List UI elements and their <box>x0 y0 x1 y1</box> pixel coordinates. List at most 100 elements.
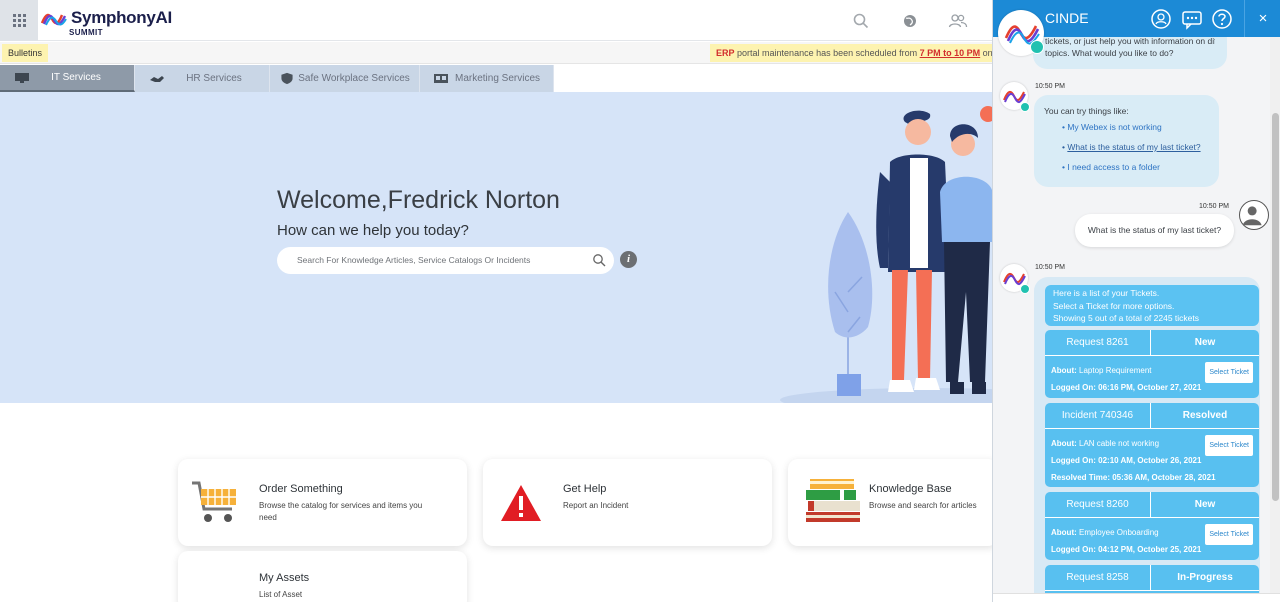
brand-name: SymphonyAI <box>71 8 172 27</box>
transcript-icon[interactable] <box>1181 8 1203 30</box>
card-title: Order Something <box>259 483 343 495</box>
chat-title: CINDE <box>1045 10 1089 26</box>
cart-icon <box>192 481 236 522</box>
bulletin-text: portal maintenance has been scheduled fr… <box>737 48 920 58</box>
logged-on-label: Logged On: <box>1051 545 1096 554</box>
info-icon[interactable]: i <box>620 251 637 268</box>
apps-grid-button[interactable] <box>0 0 38 41</box>
globe-icon[interactable] <box>901 12 919 30</box>
ticket-header: Request 8260 New <box>1045 492 1259 518</box>
ticket-card[interactable]: Request 8261 New About: Laptop Requireme… <box>1045 330 1259 398</box>
ticket-about: Employee Onboarding <box>1079 528 1159 537</box>
bulletin-erp: ERP <box>716 48 735 58</box>
service-tabs: IT Services HR Services Safe Workplace S… <box>0 65 554 92</box>
tab-it-services[interactable]: IT Services <box>0 65 135 92</box>
help-subtitle: How can we help you today? <box>277 222 469 239</box>
users-icon[interactable] <box>948 12 968 30</box>
tab-hr-services[interactable]: HR Services <box>135 65 270 92</box>
card-title: Knowledge Base <box>869 483 952 495</box>
suggestion-item[interactable]: • What is the status of my last ticket? <box>1062 137 1209 157</box>
resolved-time-label: Resolved Time: <box>1051 473 1110 482</box>
top-header: SymphonyAI SUMMIT <box>0 0 992 41</box>
shield-icon <box>281 72 293 85</box>
ticket-resolved-time: 05:36 AM, October 28, 2021 <box>1112 473 1216 482</box>
verified-icon <box>1020 102 1030 112</box>
card-description: Browse the catalog for services and item… <box>259 501 423 522</box>
select-ticket-button[interactable]: Select Ticket <box>1205 524 1253 545</box>
suggestion-list: • My Webex is not working • What is the … <box>1044 117 1209 177</box>
bulletin-bar: Bulletins ERP portal maintenance has bee… <box>0 42 992 64</box>
logged-on-label: Logged On: <box>1051 383 1096 392</box>
ticket-logged-on: 02:10 AM, October 26, 2021 <box>1098 456 1202 465</box>
ticket-intro-line: Here is a list of your Tickets. <box>1053 288 1160 298</box>
tab-label: Safe Workplace Services <box>298 73 410 84</box>
ticket-header: Request 8261 New <box>1045 330 1259 356</box>
ticket-logged-on: 04:12 PM, October 25, 2021 <box>1098 545 1202 554</box>
bot-avatar <box>1000 82 1030 112</box>
select-ticket-button[interactable]: Select Ticket <box>1205 435 1253 456</box>
suggestion-intro: You can try things like: <box>1044 106 1129 116</box>
card-title: Get Help <box>563 483 607 495</box>
chat-scrollbar[interactable] <box>1270 37 1280 593</box>
cinde-header-avatar <box>998 10 1044 56</box>
ticket-status: New <box>1151 330 1259 356</box>
ticket-id: Request 8261 <box>1045 330 1151 356</box>
help-icon[interactable] <box>1211 8 1233 30</box>
scrollbar-thumb[interactable] <box>1272 113 1279 501</box>
search-icon[interactable] <box>592 253 606 267</box>
suggestion-item[interactable]: • My Webex is not working <box>1062 117 1209 137</box>
bot-message-line: tickets, or just help you with informati… <box>1045 37 1215 46</box>
ticket-logged-on: 06:16 PM, October 27, 2021 <box>1098 383 1202 392</box>
suggestion-link[interactable]: I need access to a folder <box>1067 162 1160 172</box>
tab-marketing[interactable]: Marketing Services <box>420 65 554 92</box>
ticket-card[interactable]: Incident 740346 Resolved About: LAN cabl… <box>1045 403 1259 487</box>
search-placeholder: Search For Knowledge Articles, Service C… <box>297 255 531 265</box>
logged-on-label: Logged On: <box>1051 456 1096 465</box>
knowledge-base-card[interactable]: Knowledge Base Browse and search for art… <box>788 459 998 546</box>
user-message: What is the status of my last ticket? <box>1075 214 1234 247</box>
warning-icon <box>501 485 541 521</box>
symphonyai-logo[interactable]: SymphonyAI SUMMIT <box>41 8 172 37</box>
timestamp: 10:50 PM <box>1035 83 1065 90</box>
about-label: About: <box>1051 439 1077 448</box>
tab-label: IT Services <box>51 72 101 83</box>
suggestion-link[interactable]: My Webex is not working <box>1067 122 1161 132</box>
ticket-status: Resolved <box>1151 403 1259 429</box>
ticket-id: Incident 740346 <box>1045 403 1151 429</box>
ticket-card[interactable]: Request 8258 In-Progress <box>1045 565 1259 593</box>
ticket-about: LAN cable not working <box>1079 439 1160 448</box>
ticket-about: Laptop Requirement <box>1079 366 1152 375</box>
hero-banner: Welcome,Fredrick Norton How can we help … <box>0 92 992 403</box>
get-help-card[interactable]: Get Help Report an Incident <box>483 459 772 546</box>
user-icon <box>1242 206 1262 226</box>
agent-icon[interactable] <box>1150 8 1172 30</box>
bot-suggestions: You can try things like: • My Webex is n… <box>1034 95 1219 187</box>
bot-avatar <box>1000 264 1030 294</box>
bot-message: tickets, or just help you with informati… <box>1033 37 1227 69</box>
bulletin-label[interactable]: Bulletins <box>2 44 49 62</box>
ticket-card[interactable]: Request 8260 New About: Employee Onboard… <box>1045 492 1259 560</box>
bulletin-message[interactable]: ERP portal maintenance has been schedule… <box>710 44 992 62</box>
card-description: Report an Incident <box>563 501 629 510</box>
verified-icon <box>1020 284 1030 294</box>
global-search-input[interactable]: Search For Knowledge Articles, Service C… <box>277 247 614 274</box>
welcome-heading: Welcome,Fredrick Norton <box>277 186 560 214</box>
tab-label: Marketing Services <box>454 73 541 84</box>
close-icon[interactable]: × <box>1244 0 1280 37</box>
ticket-status: New <box>1151 492 1259 518</box>
people-illustration <box>780 106 992 403</box>
suggestion-item[interactable]: • I need access to a folder <box>1062 157 1209 177</box>
my-assets-card[interactable]: My Assets List of Asset <box>178 551 467 602</box>
suggestion-link[interactable]: What is the status of my last ticket? <box>1067 142 1200 152</box>
card-title: My Assets <box>259 572 310 584</box>
search-icon[interactable] <box>852 12 870 30</box>
select-ticket-button[interactable]: Select Ticket <box>1205 362 1253 383</box>
ticket-details: About: Employee Onboarding Logged On: 04… <box>1045 518 1259 560</box>
card-description: Browse and search for articles <box>869 501 977 510</box>
handshake-icon <box>150 75 164 82</box>
tab-safe-workplace[interactable]: Safe Workplace Services <box>270 65 420 92</box>
apps-grid-icon <box>12 14 26 27</box>
ticket-header: Incident 740346 Resolved <box>1045 403 1259 429</box>
order-something-card[interactable]: Order Something Browse the catalog for s… <box>178 459 467 546</box>
books-icon <box>806 479 860 522</box>
